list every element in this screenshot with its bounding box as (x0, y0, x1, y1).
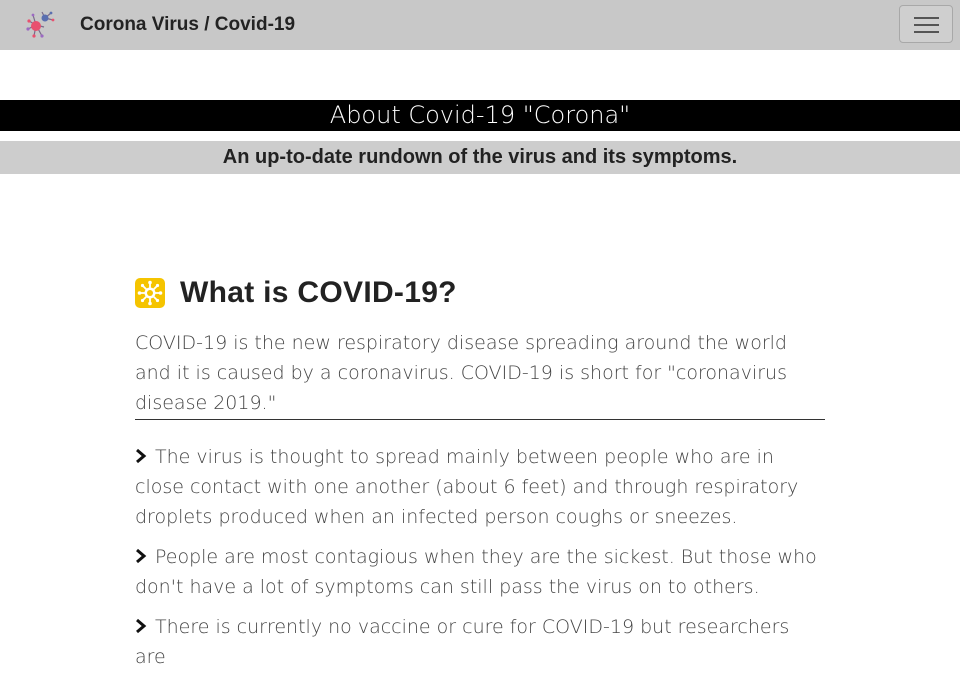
virus-icon (135, 278, 165, 308)
list-item: The virus is thought to spread mainly be… (135, 442, 825, 532)
intro-paragraph: COVID-19 is the new respiratory disease … (135, 328, 825, 420)
brand-title[interactable]: Corona Virus / Covid-19 (80, 14, 295, 36)
navbar: Corona Virus / Covid-19 (0, 0, 960, 50)
virus-logo-icon[interactable] (24, 9, 56, 41)
list-item: There is currently no vaccine or cure fo… (135, 612, 825, 672)
section-heading: What is COVID-19? (135, 270, 825, 316)
navbar-toggle-button[interactable] (899, 5, 953, 43)
chevron-right-icon (135, 616, 155, 638)
list-item-text: There is currently no vaccine or cure fo… (135, 616, 790, 668)
list-item-text: People are most contagious when they are… (135, 546, 817, 598)
facts-list: The virus is thought to spread mainly be… (135, 442, 825, 672)
page-subheading: An up-to-date rundown of the virus and i… (0, 141, 960, 174)
section-title: What is COVID-19? (180, 276, 457, 309)
list-item-text: The virus is thought to spread mainly be… (135, 446, 799, 528)
main-content: What is COVID-19? COVID-19 is the new re… (135, 270, 825, 682)
chevron-right-icon (135, 446, 155, 468)
page-heading: About Covid-19 "Corona" (0, 100, 960, 131)
chevron-right-icon (135, 546, 155, 568)
list-item: People are most contagious when they are… (135, 542, 825, 602)
